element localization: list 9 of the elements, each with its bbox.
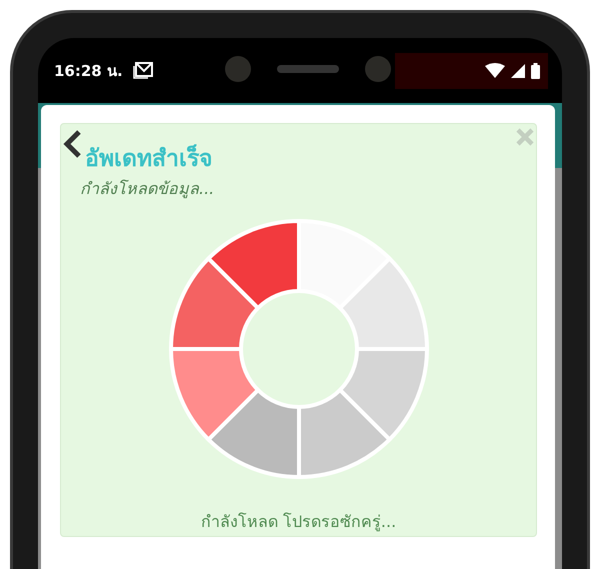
battery-icon [531,62,540,78]
dialog-title: อัพเดทสำเร็จ [85,144,212,174]
wifi-icon [485,63,505,78]
status-time: 16:28 น. [54,60,123,82]
back-icon[interactable] [62,129,82,159]
signal-icon [511,64,525,78]
mail-icon [132,62,153,79]
loading-message: กำลังโหลด โปรดรอซักครู่... [200,511,396,534]
dialog-subtitle: กำลังโหลดข้อมูล... [80,178,214,200]
